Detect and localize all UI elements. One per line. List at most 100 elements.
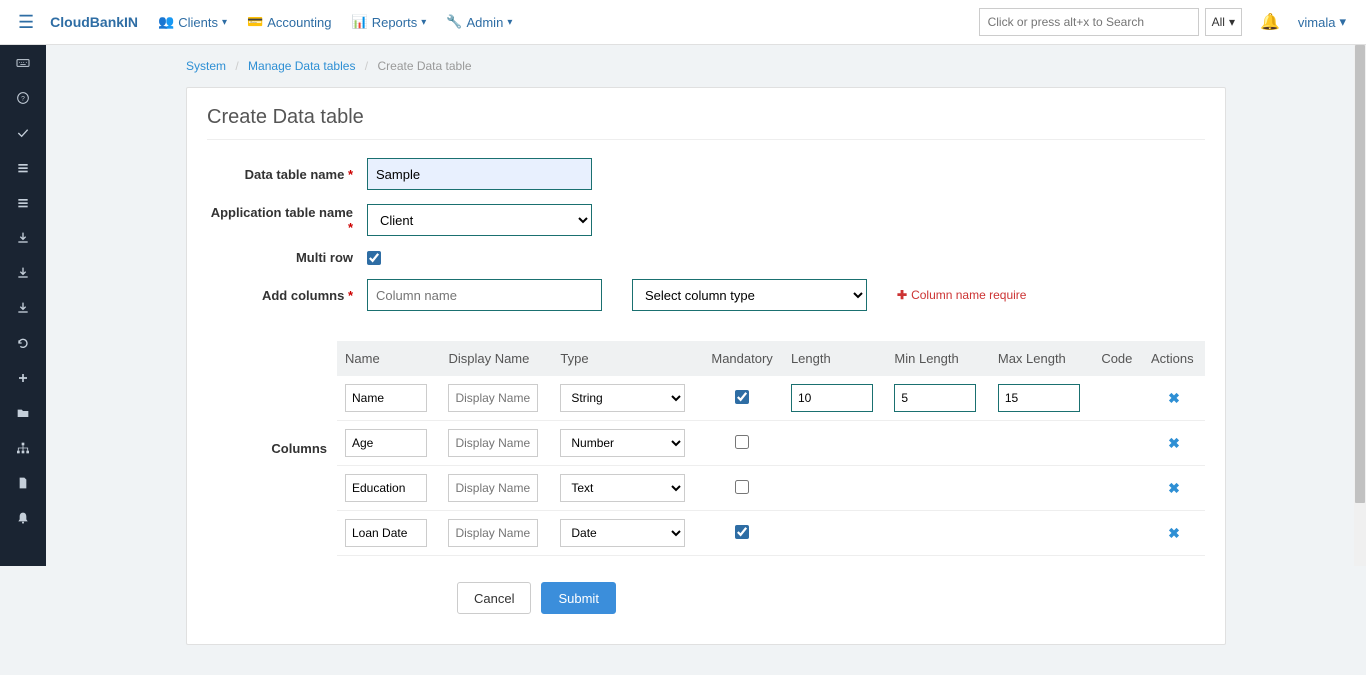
remove-row-icon[interactable]: ✖ (1168, 480, 1180, 496)
brand[interactable]: CloudBankIN (42, 14, 158, 30)
add-columns-label: Add columns * (207, 288, 367, 303)
wrench-icon: 🔧 (446, 14, 462, 30)
group-icon: 👥 (158, 14, 174, 30)
columns-label: Columns (207, 341, 337, 556)
scrollbar-thumb[interactable] (1355, 45, 1365, 503)
row-display-name-input[interactable] (448, 429, 538, 457)
row-mandatory-checkbox[interactable] (735, 525, 749, 539)
app-table-name-select[interactable]: Client (367, 204, 592, 236)
column-name-input[interactable] (367, 279, 602, 311)
row-name-input[interactable] (345, 384, 427, 412)
caret-icon: ▾ (1339, 14, 1346, 30)
sidebar-keyboard[interactable] (0, 45, 46, 80)
row-mandatory-checkbox[interactable] (735, 390, 749, 404)
column-type-select[interactable]: Select column type (632, 279, 867, 311)
error-text: Column name require (911, 288, 1026, 302)
plus-icon: ✚ (897, 288, 907, 302)
table-row: Date ✖ (337, 511, 1205, 556)
nav-accounting[interactable]: 💳 Accounting (247, 14, 332, 30)
sidebar-list1[interactable] (0, 150, 46, 185)
label-text: Add columns (262, 288, 344, 303)
th-length: Length (783, 341, 886, 376)
th-display-name: Display Name (440, 341, 552, 376)
multi-row-label: Multi row (207, 250, 367, 265)
row-mandatory-checkbox[interactable] (735, 435, 749, 449)
caret-icon: ▾ (421, 17, 426, 28)
th-mandatory: Mandatory (701, 341, 783, 376)
notifications-icon[interactable]: 🔔 (1260, 12, 1280, 32)
row-name-input[interactable] (345, 519, 427, 547)
search-filter-label: All (1212, 15, 1225, 29)
form-actions: Cancel Submit (207, 582, 1205, 614)
table-row: Number ✖ (337, 421, 1205, 466)
row-type-select[interactable]: Number (560, 429, 685, 457)
breadcrumb: System / Manage Data tables / Create Dat… (186, 45, 1226, 87)
row-max-input[interactable] (998, 384, 1080, 412)
add-column-controls: Select column type ✚ Column name require (367, 279, 1026, 311)
sidebar-list2[interactable] (0, 185, 46, 220)
divider (207, 139, 1205, 140)
row-name-input[interactable] (345, 429, 427, 457)
sidebar-file[interactable] (0, 465, 46, 500)
hamburger-icon[interactable]: ☰ (10, 12, 42, 33)
th-name: Name (337, 341, 440, 376)
chart-icon: 📊 (352, 14, 368, 30)
required-mark: * (348, 288, 353, 303)
sidebar-bell[interactable] (0, 500, 46, 535)
columns-section: Columns Name Display Name Type Mandatory… (207, 341, 1205, 556)
breadcrumb-manage[interactable]: Manage Data tables (248, 59, 355, 73)
sidebar-help[interactable]: ? (0, 80, 46, 115)
sidebar-download1[interactable] (0, 220, 46, 255)
required-mark: * (348, 220, 353, 235)
nav-admin[interactable]: 🔧 Admin ▾ (446, 14, 512, 30)
row-type-select[interactable]: String (560, 384, 685, 412)
sidebar-folder[interactable] (0, 395, 46, 430)
data-table-name-input[interactable] (367, 158, 592, 190)
sidebar-download2[interactable] (0, 255, 46, 290)
top-navbar: ☰ CloudBankIN 👥 Clients ▾ 💳 Accounting 📊… (0, 0, 1366, 45)
nav-accounting-label: Accounting (267, 15, 331, 30)
window-scrollbar[interactable] (1354, 45, 1366, 566)
breadcrumb-sep: / (235, 59, 238, 73)
th-code: Code (1093, 341, 1143, 376)
columns-table-wrapper: Name Display Name Type Mandatory Length … (337, 341, 1205, 556)
columns-table: Name Display Name Type Mandatory Length … (337, 341, 1205, 556)
nav-links: 👥 Clients ▾ 💳 Accounting 📊 Reports ▾ 🔧 A… (158, 14, 979, 30)
sidebar-refresh[interactable] (0, 325, 46, 360)
remove-row-icon[interactable]: ✖ (1168, 435, 1180, 451)
remove-row-icon[interactable]: ✖ (1168, 390, 1180, 406)
caret-icon: ▾ (507, 17, 512, 28)
row-min-input[interactable] (894, 384, 976, 412)
sidebar-tree[interactable] (0, 430, 46, 465)
caret-icon: ▾ (1229, 15, 1235, 29)
table-row: Text ✖ (337, 466, 1205, 511)
row-type-select[interactable]: Text (560, 474, 685, 502)
sidebar-plus[interactable] (0, 360, 46, 395)
submit-button[interactable]: Submit (541, 582, 615, 614)
row-mandatory-checkbox[interactable] (735, 480, 749, 494)
sidebar-download3[interactable] (0, 290, 46, 325)
nav-reports[interactable]: 📊 Reports ▾ (352, 14, 427, 30)
money-icon: 💳 (247, 14, 263, 30)
search-filter[interactable]: All ▾ (1205, 8, 1242, 36)
row-display-name-input[interactable] (448, 474, 538, 502)
row-display-name-input[interactable] (448, 519, 538, 547)
nav-clients[interactable]: 👥 Clients ▾ (158, 14, 227, 30)
caret-icon: ▾ (222, 17, 227, 28)
user-menu[interactable]: vimala ▾ (1298, 14, 1356, 30)
row-name-input[interactable] (345, 474, 427, 502)
row-display-name-input[interactable] (448, 384, 538, 412)
cancel-button[interactable]: Cancel (457, 582, 531, 614)
remove-row-icon[interactable]: ✖ (1168, 525, 1180, 541)
breadcrumb-system[interactable]: System (186, 59, 226, 73)
row-length-input[interactable] (791, 384, 873, 412)
table-row: String ✖ (337, 376, 1205, 421)
sidebar: ? (0, 45, 46, 566)
search-input[interactable] (979, 8, 1199, 36)
sidebar-check[interactable] (0, 115, 46, 150)
multi-row-checkbox[interactable] (367, 251, 381, 265)
nav-clients-label: Clients (178, 15, 218, 30)
row-type-select[interactable]: Date (560, 519, 685, 547)
label-text: Data table name (245, 167, 345, 182)
nav-reports-label: Reports (372, 15, 418, 30)
